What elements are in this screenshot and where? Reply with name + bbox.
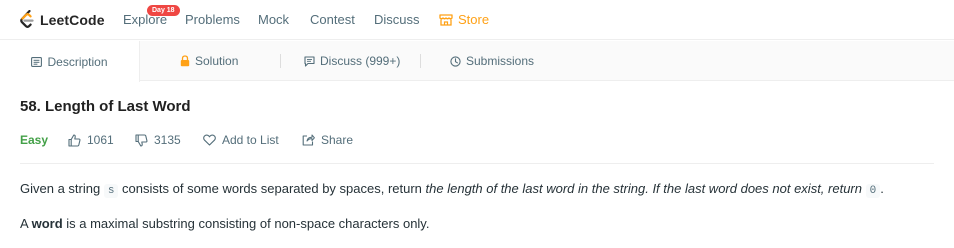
leetcode-logo-icon xyxy=(20,10,34,28)
tab-discuss[interactable]: Discuss (999+) xyxy=(304,41,400,81)
lock-icon xyxy=(180,55,190,67)
inline-code: 0 xyxy=(865,184,881,198)
add-to-list-button[interactable]: Add to List xyxy=(203,131,279,149)
share-label: Share xyxy=(321,133,354,147)
heart-icon xyxy=(203,134,216,146)
leetcode-logo[interactable]: LeetCode xyxy=(19,9,105,31)
desc-text: is a maximal substring consisting of non… xyxy=(62,216,430,231)
document-icon xyxy=(31,56,43,67)
tab-submissions[interactable]: Submissions xyxy=(450,41,534,81)
share-button[interactable]: Share xyxy=(302,131,353,149)
tab-divider xyxy=(420,54,421,68)
nav-contest[interactable]: Contest xyxy=(310,12,355,27)
like-button[interactable]: 1061 xyxy=(68,131,114,149)
tab-solution[interactable]: Solution xyxy=(180,41,238,81)
clock-icon xyxy=(450,55,461,67)
desc-text: . xyxy=(880,181,884,196)
desc-emphasis: the length of the last word in the strin… xyxy=(425,181,866,196)
desc-text: consists of some words separated by spac… xyxy=(118,181,426,196)
thumbs-down-icon xyxy=(135,133,148,147)
like-count: 1061 xyxy=(87,133,114,147)
problem-tabbar: Description Solution Discuss (999+) Subm… xyxy=(0,41,954,82)
chat-icon xyxy=(304,55,315,67)
inline-code: s xyxy=(103,184,119,198)
add-to-list-label: Add to List xyxy=(222,133,279,147)
tab-submissions-label: Submissions xyxy=(466,54,535,68)
problem-title: 58. Length of Last Word xyxy=(20,98,191,115)
dislike-button[interactable]: 3135 xyxy=(135,131,181,149)
share-icon xyxy=(302,134,315,146)
desc-bold: word xyxy=(31,216,63,231)
content-divider xyxy=(20,163,934,164)
word-definition-paragraph: A word is a maximal substring consisting… xyxy=(20,216,429,231)
nav-mock[interactable]: Mock xyxy=(258,12,289,27)
difficulty-label: Easy xyxy=(20,133,49,147)
dislike-count: 3135 xyxy=(154,133,181,147)
tab-solution-label: Solution xyxy=(195,54,239,68)
nav-store[interactable]: Store xyxy=(439,12,489,27)
logo-text: LeetCode xyxy=(40,12,105,28)
problem-description-paragraph: Given a string s consists of some words … xyxy=(20,181,884,198)
desc-text: A xyxy=(20,216,32,231)
tab-divider xyxy=(280,54,281,68)
day-badge: Day 18 xyxy=(147,5,180,16)
tab-description[interactable]: Description xyxy=(0,41,140,82)
nav-store-label: Store xyxy=(458,12,490,27)
nav-discuss[interactable]: Discuss xyxy=(374,12,420,27)
top-navbar: LeetCode Explore Day 18 Problems Mock Co… xyxy=(0,0,954,40)
desc-text: Given a string xyxy=(20,181,104,196)
tab-discuss-label: Discuss (999+) xyxy=(320,54,401,68)
store-icon xyxy=(439,13,453,26)
thumbs-up-icon xyxy=(68,133,81,147)
tab-description-label: Description xyxy=(47,54,108,69)
nav-problems[interactable]: Problems xyxy=(185,12,240,27)
